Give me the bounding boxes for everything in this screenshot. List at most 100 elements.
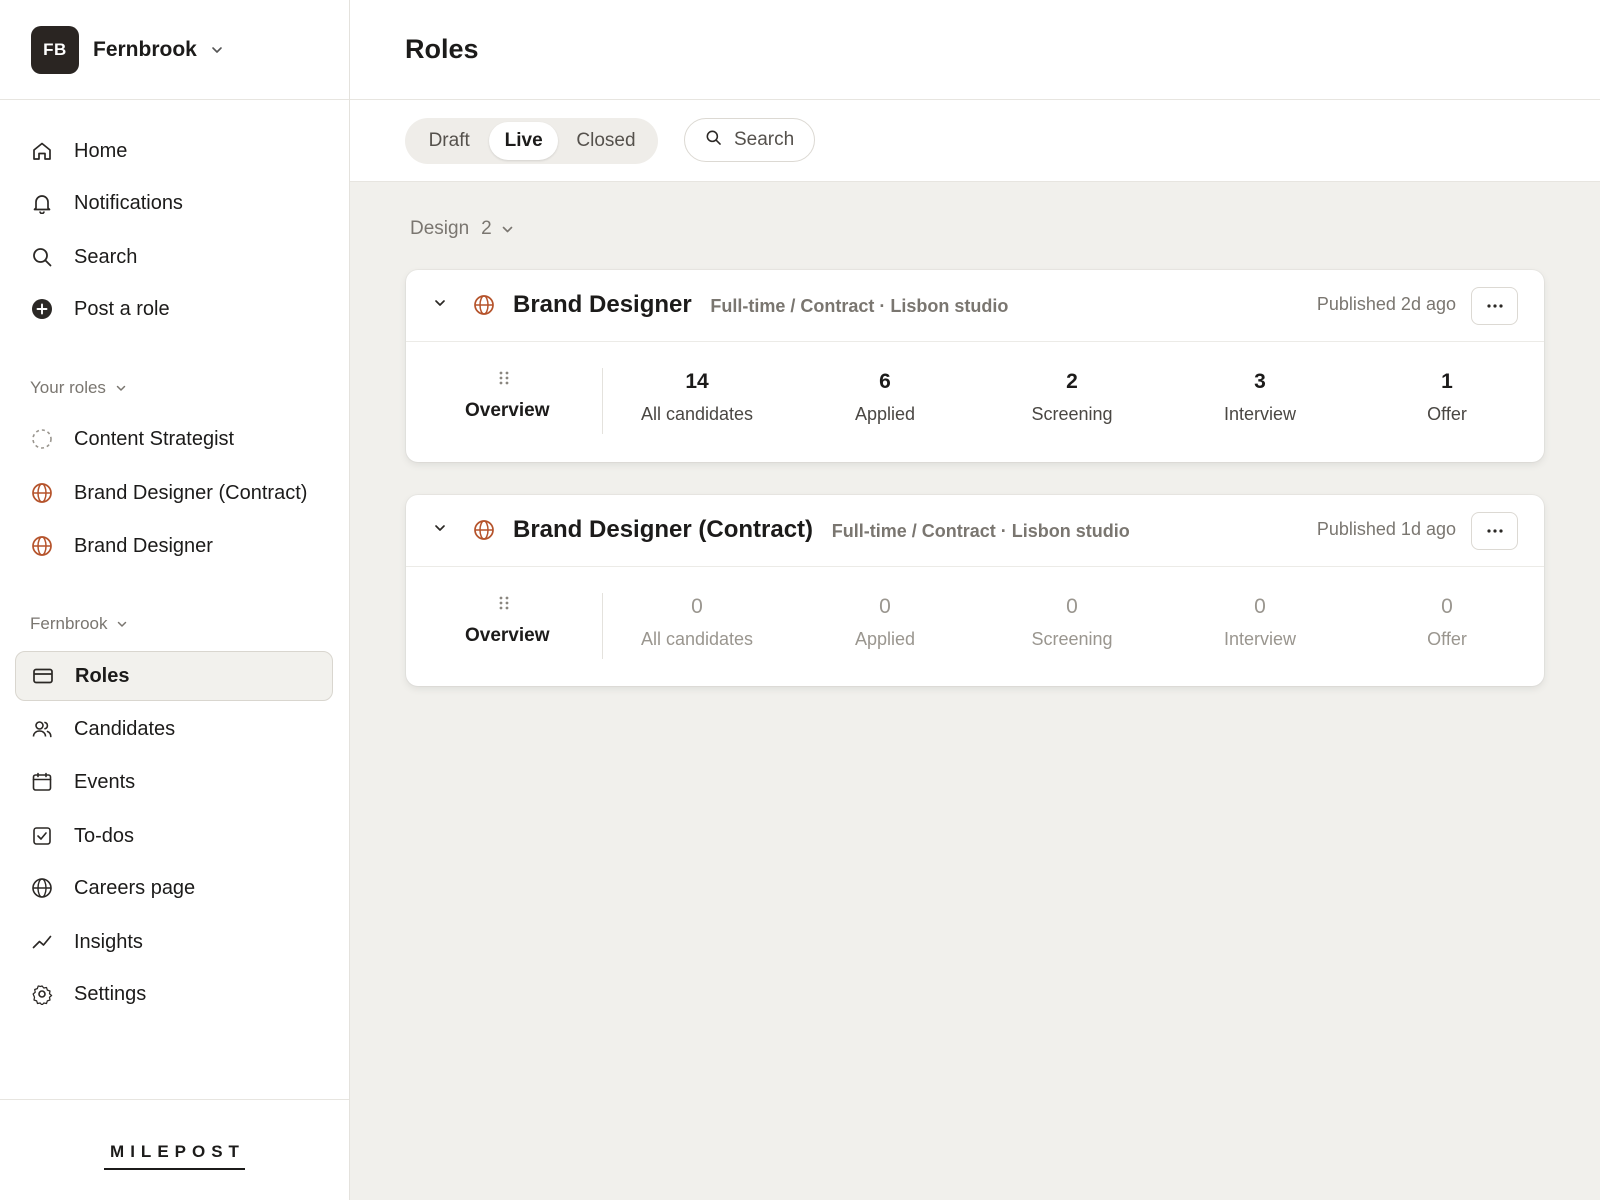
stat-screening[interactable]: 0 Screening	[992, 595, 1152, 650]
chevron-down-icon	[502, 226, 513, 233]
drag-handle-icon[interactable]	[498, 595, 510, 616]
stat-interview[interactable]: 3 Interview	[1180, 370, 1340, 425]
sidebar-item-label: Events	[74, 770, 136, 793]
sidebar-item-insights[interactable]: Insights	[15, 917, 333, 967]
sidebar-item-roles[interactable]: Roles	[15, 651, 333, 701]
stat-applied[interactable]: 0 Applied	[805, 595, 965, 650]
home-icon	[31, 140, 53, 162]
sidebar-item-label: Settings	[74, 982, 147, 1005]
bell-icon	[31, 192, 53, 214]
workspace-section[interactable]: Fernbrook	[30, 614, 127, 634]
globe-icon	[31, 535, 53, 557]
role-card-header: Brand Designer (Contract) Full-time / Co…	[406, 495, 1544, 567]
stat-value: 0	[1066, 595, 1078, 618]
role-title[interactable]: Brand Designer Full-time / Contract · Li…	[513, 291, 1008, 319]
search-button[interactable]: Search	[684, 118, 815, 162]
stat-value: 0	[1441, 595, 1453, 618]
drag-handle-icon[interactable]	[498, 370, 510, 391]
stat-label: Screening	[1031, 404, 1113, 424]
plus-circle-icon	[31, 298, 53, 320]
more-options-button[interactable]	[1471, 512, 1518, 550]
stat-value: 3	[1254, 370, 1266, 393]
sidebar-item-label: Roles	[75, 664, 130, 687]
stat-interview[interactable]: 0 Interview	[1180, 595, 1340, 650]
main-header: Roles	[350, 0, 1600, 100]
sidebar-item-settings[interactable]: Settings	[15, 969, 333, 1019]
sidebar-item-label: Insights	[74, 930, 143, 953]
globe-icon	[473, 519, 495, 546]
group-count: 2	[481, 218, 492, 239]
workspace-label: Fernbrook	[30, 614, 108, 633]
role-meta: Full-time / Contract · Lisbon studio	[831, 521, 1130, 541]
chevron-down-icon	[117, 621, 127, 628]
stat-value: 0	[879, 595, 891, 618]
nav-post-role[interactable]: Post a role	[15, 284, 333, 334]
role-published: Published 2d ago	[1316, 294, 1456, 314]
role-meta: Full-time / Contract · Lisbon studio	[710, 296, 1009, 316]
sidebar-item-candidates[interactable]: Candidates	[15, 704, 333, 754]
more-dots-icon	[1486, 529, 1503, 533]
collapse-chevron-icon[interactable]	[434, 299, 446, 307]
nav-notifications-label: Notifications	[74, 191, 183, 214]
tab-live[interactable]: Live	[489, 122, 558, 160]
sidebar-role-content-strategist[interactable]: Content Strategist	[15, 414, 333, 464]
stat-offer[interactable]: 1 Offer	[1367, 370, 1527, 425]
stat-label: All candidates	[640, 404, 754, 424]
stat-value: 2	[1066, 370, 1078, 393]
gear-icon	[31, 983, 53, 1005]
globe-icon	[31, 482, 53, 504]
sidebar-footer: MILEPOST	[0, 1099, 349, 1200]
sidebar: FB Fernbrook Home Notifications Search P…	[0, 0, 350, 1200]
stat-label: Applied	[854, 404, 916, 424]
tab-closed[interactable]: Closed	[558, 122, 654, 160]
role-card: Brand Designer (Contract) Full-time / Co…	[406, 495, 1544, 686]
sidebar-item-todos[interactable]: To-dos	[15, 811, 333, 861]
sidebar-role-brand-designer[interactable]: Brand Designer	[15, 521, 333, 571]
checkbox-icon	[31, 825, 53, 847]
nav-search[interactable]: Search	[15, 232, 333, 282]
overview-tab[interactable]: Overview	[465, 625, 550, 647]
your-roles-label: Your roles	[30, 378, 106, 397]
role-card-pipeline: Overview 14 All candidates 6 Applied 2 S…	[406, 342, 1544, 460]
sidebar-item-label: Careers page	[74, 876, 196, 899]
collapse-chevron-icon[interactable]	[434, 524, 446, 532]
sidebar-item-events[interactable]: Events	[15, 757, 333, 807]
your-roles-section[interactable]: Your roles	[30, 378, 126, 398]
group-name: Design	[410, 218, 470, 239]
page-title: Roles	[405, 34, 479, 64]
more-dots-icon	[1486, 304, 1503, 308]
sidebar-item-careers-page[interactable]: Careers page	[15, 863, 333, 913]
stat-offer[interactable]: 0 Offer	[1367, 595, 1527, 650]
nav-search-label: Search	[74, 245, 138, 268]
stat-applied[interactable]: 6 Applied	[805, 370, 965, 425]
stat-label: All candidates	[640, 629, 754, 649]
status-segmented-control: Draft Live Closed	[405, 118, 658, 164]
nav-home-label: Home	[74, 139, 128, 162]
stat-all-candidates[interactable]: 0 All candidates	[617, 595, 777, 650]
role-title[interactable]: Brand Designer (Contract) Full-time / Co…	[513, 516, 1130, 544]
stat-label: Screening	[1031, 629, 1113, 649]
role-card-header: Brand Designer Full-time / Contract · Li…	[406, 270, 1544, 342]
search-icon	[31, 246, 53, 268]
org-switcher[interactable]: FB Fernbrook	[0, 0, 349, 100]
draft-circle-icon	[31, 428, 53, 450]
tab-draft[interactable]: Draft	[409, 122, 489, 160]
stat-all-candidates[interactable]: 14 All candidates	[617, 370, 777, 425]
globe-icon	[473, 294, 495, 321]
search-button-label: Search	[734, 129, 795, 150]
role-card-pipeline: Overview 0 All candidates 0 Applied 0 Sc…	[406, 567, 1544, 685]
stat-label: Applied	[854, 629, 916, 649]
divider	[602, 368, 603, 434]
overview-tab[interactable]: Overview	[465, 400, 550, 422]
stat-screening[interactable]: 2 Screening	[992, 370, 1152, 425]
nav-post-role-label: Post a role	[74, 297, 170, 320]
sidebar-role-brand-designer-contract[interactable]: Brand Designer (Contract)	[15, 468, 333, 518]
brand-logo: MILEPOST	[104, 1142, 245, 1170]
nav-home[interactable]: Home	[15, 126, 333, 176]
more-options-button[interactable]	[1471, 287, 1518, 325]
group-header-design[interactable]: Design 2	[410, 218, 513, 240]
nav-notifications[interactable]: Notifications	[15, 178, 333, 228]
stat-value: 1	[1441, 370, 1453, 393]
card-icon	[32, 665, 54, 687]
stat-label: Interview	[1223, 404, 1297, 424]
